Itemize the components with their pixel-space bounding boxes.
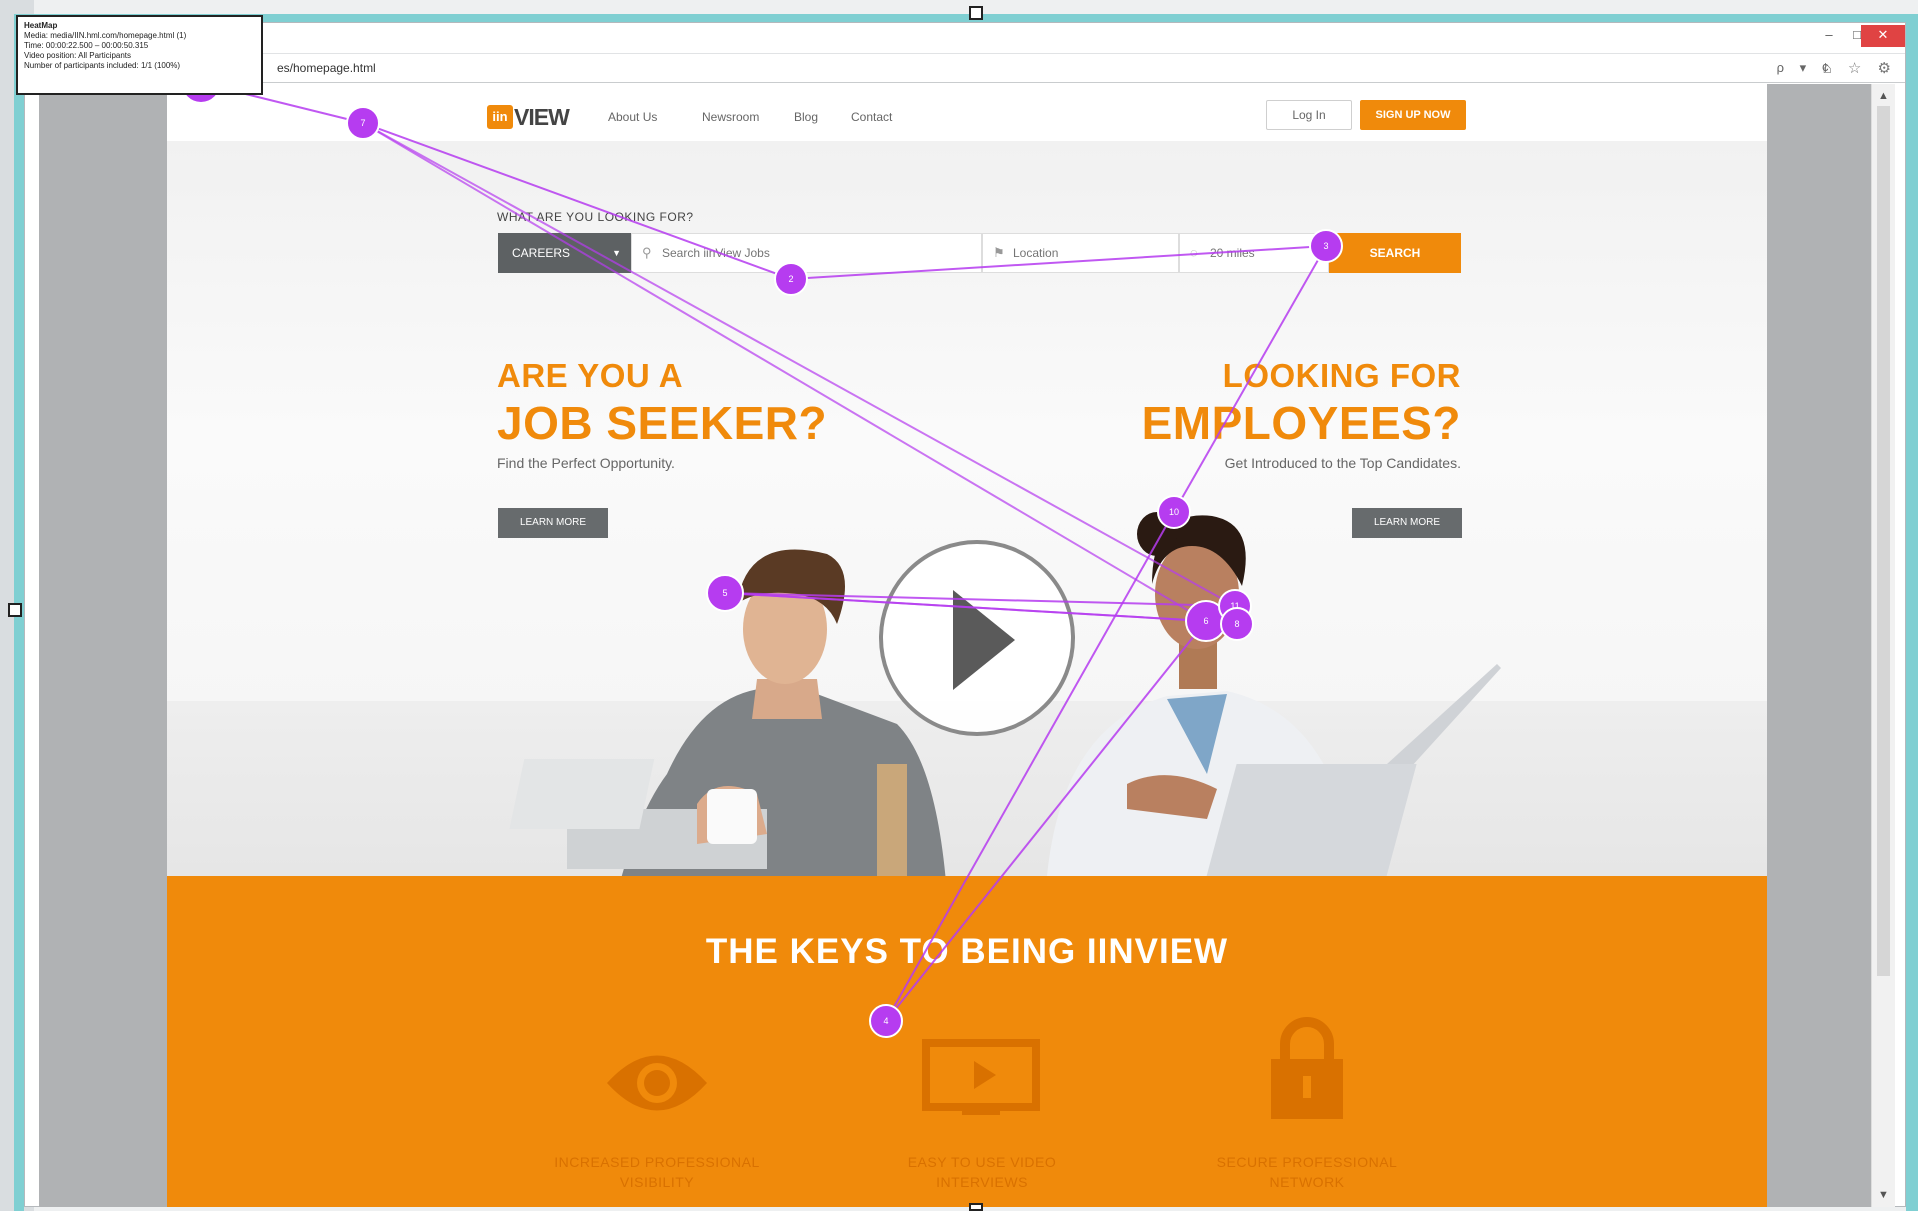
logo-mark: iin xyxy=(487,105,513,129)
search-question: WHAT ARE YOU LOOKING FOR? xyxy=(497,210,694,224)
scroll-down-icon[interactable]: ▼ xyxy=(1878,1189,1889,1201)
selection-frame-top xyxy=(18,14,1916,22)
heatmap-info-box: HeatMap Media: media/IIN.hml.com/homepag… xyxy=(16,15,263,95)
radius-input[interactable] xyxy=(1210,246,1329,260)
feature-line: INTERVIEWS xyxy=(936,1174,1028,1190)
info-line: HeatMap xyxy=(24,21,58,30)
url-text[interactable]: es/homepage.html xyxy=(277,61,376,75)
page-viewport: iin VIEW About Us Newsroom Blog Contact … xyxy=(39,84,1895,1207)
site-header: iin VIEW About Us Newsroom Blog Contact … xyxy=(167,84,1767,141)
keys-section: THE KEYS TO BEING IINVIEW INCREASED PROF… xyxy=(167,876,1767,1207)
job-seeker-photo xyxy=(509,549,946,876)
info-line: Media: media/IIN.hml.com/homepage.html (… xyxy=(24,31,187,40)
iinview-homepage: iin VIEW About Us Newsroom Blog Contact … xyxy=(167,84,1767,1207)
location-input[interactable] xyxy=(1013,246,1169,260)
resize-handle-left[interactable] xyxy=(8,603,22,617)
padlock-icon xyxy=(1271,1017,1343,1119)
feature-line: VISIBILITY xyxy=(619,1174,695,1190)
location-field[interactable]: ⚑ xyxy=(982,233,1179,273)
video-monitor-icon xyxy=(922,1039,1040,1115)
address-bar[interactable]: es/homepage.html ρ ▾ ¢ ⌂ ☆ ⚙ xyxy=(25,53,1905,83)
nav-contact[interactable]: Contact xyxy=(851,110,892,124)
eye-icon xyxy=(607,1055,707,1111)
play-video-button[interactable] xyxy=(879,540,1075,736)
job-search-bar: CAREERS ▼ ⚲ ⚑ ◌ SEARCH xyxy=(498,233,1461,273)
location-pin-icon: ⚑ xyxy=(993,245,1005,260)
category-select[interactable]: CAREERS ▼ xyxy=(498,233,631,273)
resize-handle-top[interactable] xyxy=(969,6,983,20)
jobseeker-heading-top: ARE YOU A xyxy=(497,357,684,394)
home-favorites-settings-icons[interactable]: ⌂ ☆ ⚙ xyxy=(1823,59,1897,77)
play-icon xyxy=(953,590,1015,690)
login-button[interactable]: Log In xyxy=(1266,100,1352,130)
employer-photo xyxy=(1047,512,1501,876)
vertical-scrollbar[interactable]: ▲ ▼ xyxy=(1871,84,1895,1207)
keys-title: THE KEYS TO BEING IINVIEW xyxy=(705,932,1229,971)
search-icon: ⚲ xyxy=(642,245,652,260)
minimize-button[interactable]: – xyxy=(1815,25,1843,47)
keyword-field[interactable]: ⚲ xyxy=(631,233,982,273)
search-button[interactable]: SEARCH xyxy=(1329,233,1461,273)
resize-handle-bottom[interactable] xyxy=(969,1203,983,1211)
keyword-input[interactable] xyxy=(662,246,942,260)
close-button[interactable]: ✕ xyxy=(1861,25,1905,47)
radius-icon: ◌ xyxy=(1190,245,1198,260)
feature-video-interviews: EASY TO USE VIDEO INTERVIEWS xyxy=(862,1152,1102,1192)
nav-blog[interactable]: Blog xyxy=(794,110,818,124)
feature-visibility: INCREASED PROFESSIONAL VISIBILITY xyxy=(537,1152,777,1192)
feature-line: EASY TO USE VIDEO xyxy=(907,1154,1057,1170)
signup-button[interactable]: SIGN UP NOW xyxy=(1360,100,1466,130)
window-title-bar: – □ ✕ xyxy=(25,23,1905,53)
jobseeker-heading: JOB SEEKER? xyxy=(497,397,828,449)
scroll-up-icon[interactable]: ▲ xyxy=(1878,90,1889,102)
radius-select[interactable]: ◌ xyxy=(1179,233,1329,273)
info-line: Time: 00:00:22.500 – 00:00:50.315 xyxy=(24,41,149,50)
info-line: Number of participants included: 1/1 (10… xyxy=(24,61,181,70)
nav-about[interactable]: About Us xyxy=(608,110,657,124)
employer-heading-top: LOOKING FOR xyxy=(1222,357,1461,394)
category-value: CAREERS xyxy=(512,246,571,260)
feature-secure-network: SECURE PROFESSIONAL NETWORK xyxy=(1187,1152,1427,1192)
logo-text: VIEW xyxy=(514,103,570,130)
site-logo[interactable]: iin VIEW xyxy=(487,103,570,130)
feature-line: NETWORK xyxy=(1269,1174,1345,1190)
employer-heading: EMPLOYEES? xyxy=(1141,397,1461,449)
nav-newsroom[interactable]: Newsroom xyxy=(702,110,759,124)
feature-line: INCREASED PROFESSIONAL xyxy=(554,1154,760,1170)
selection-frame-right xyxy=(1906,14,1918,1211)
feature-line: SECURE PROFESSIONAL xyxy=(1216,1154,1398,1170)
browser-window: – □ ✕ es/homepage.html ρ ▾ ¢ ⌂ ☆ ⚙ iin V… xyxy=(24,22,1906,1207)
info-line: Video position: All Participants xyxy=(24,51,132,60)
chevron-down-icon: ▼ xyxy=(612,248,621,258)
scrollbar-thumb[interactable] xyxy=(1877,106,1890,976)
